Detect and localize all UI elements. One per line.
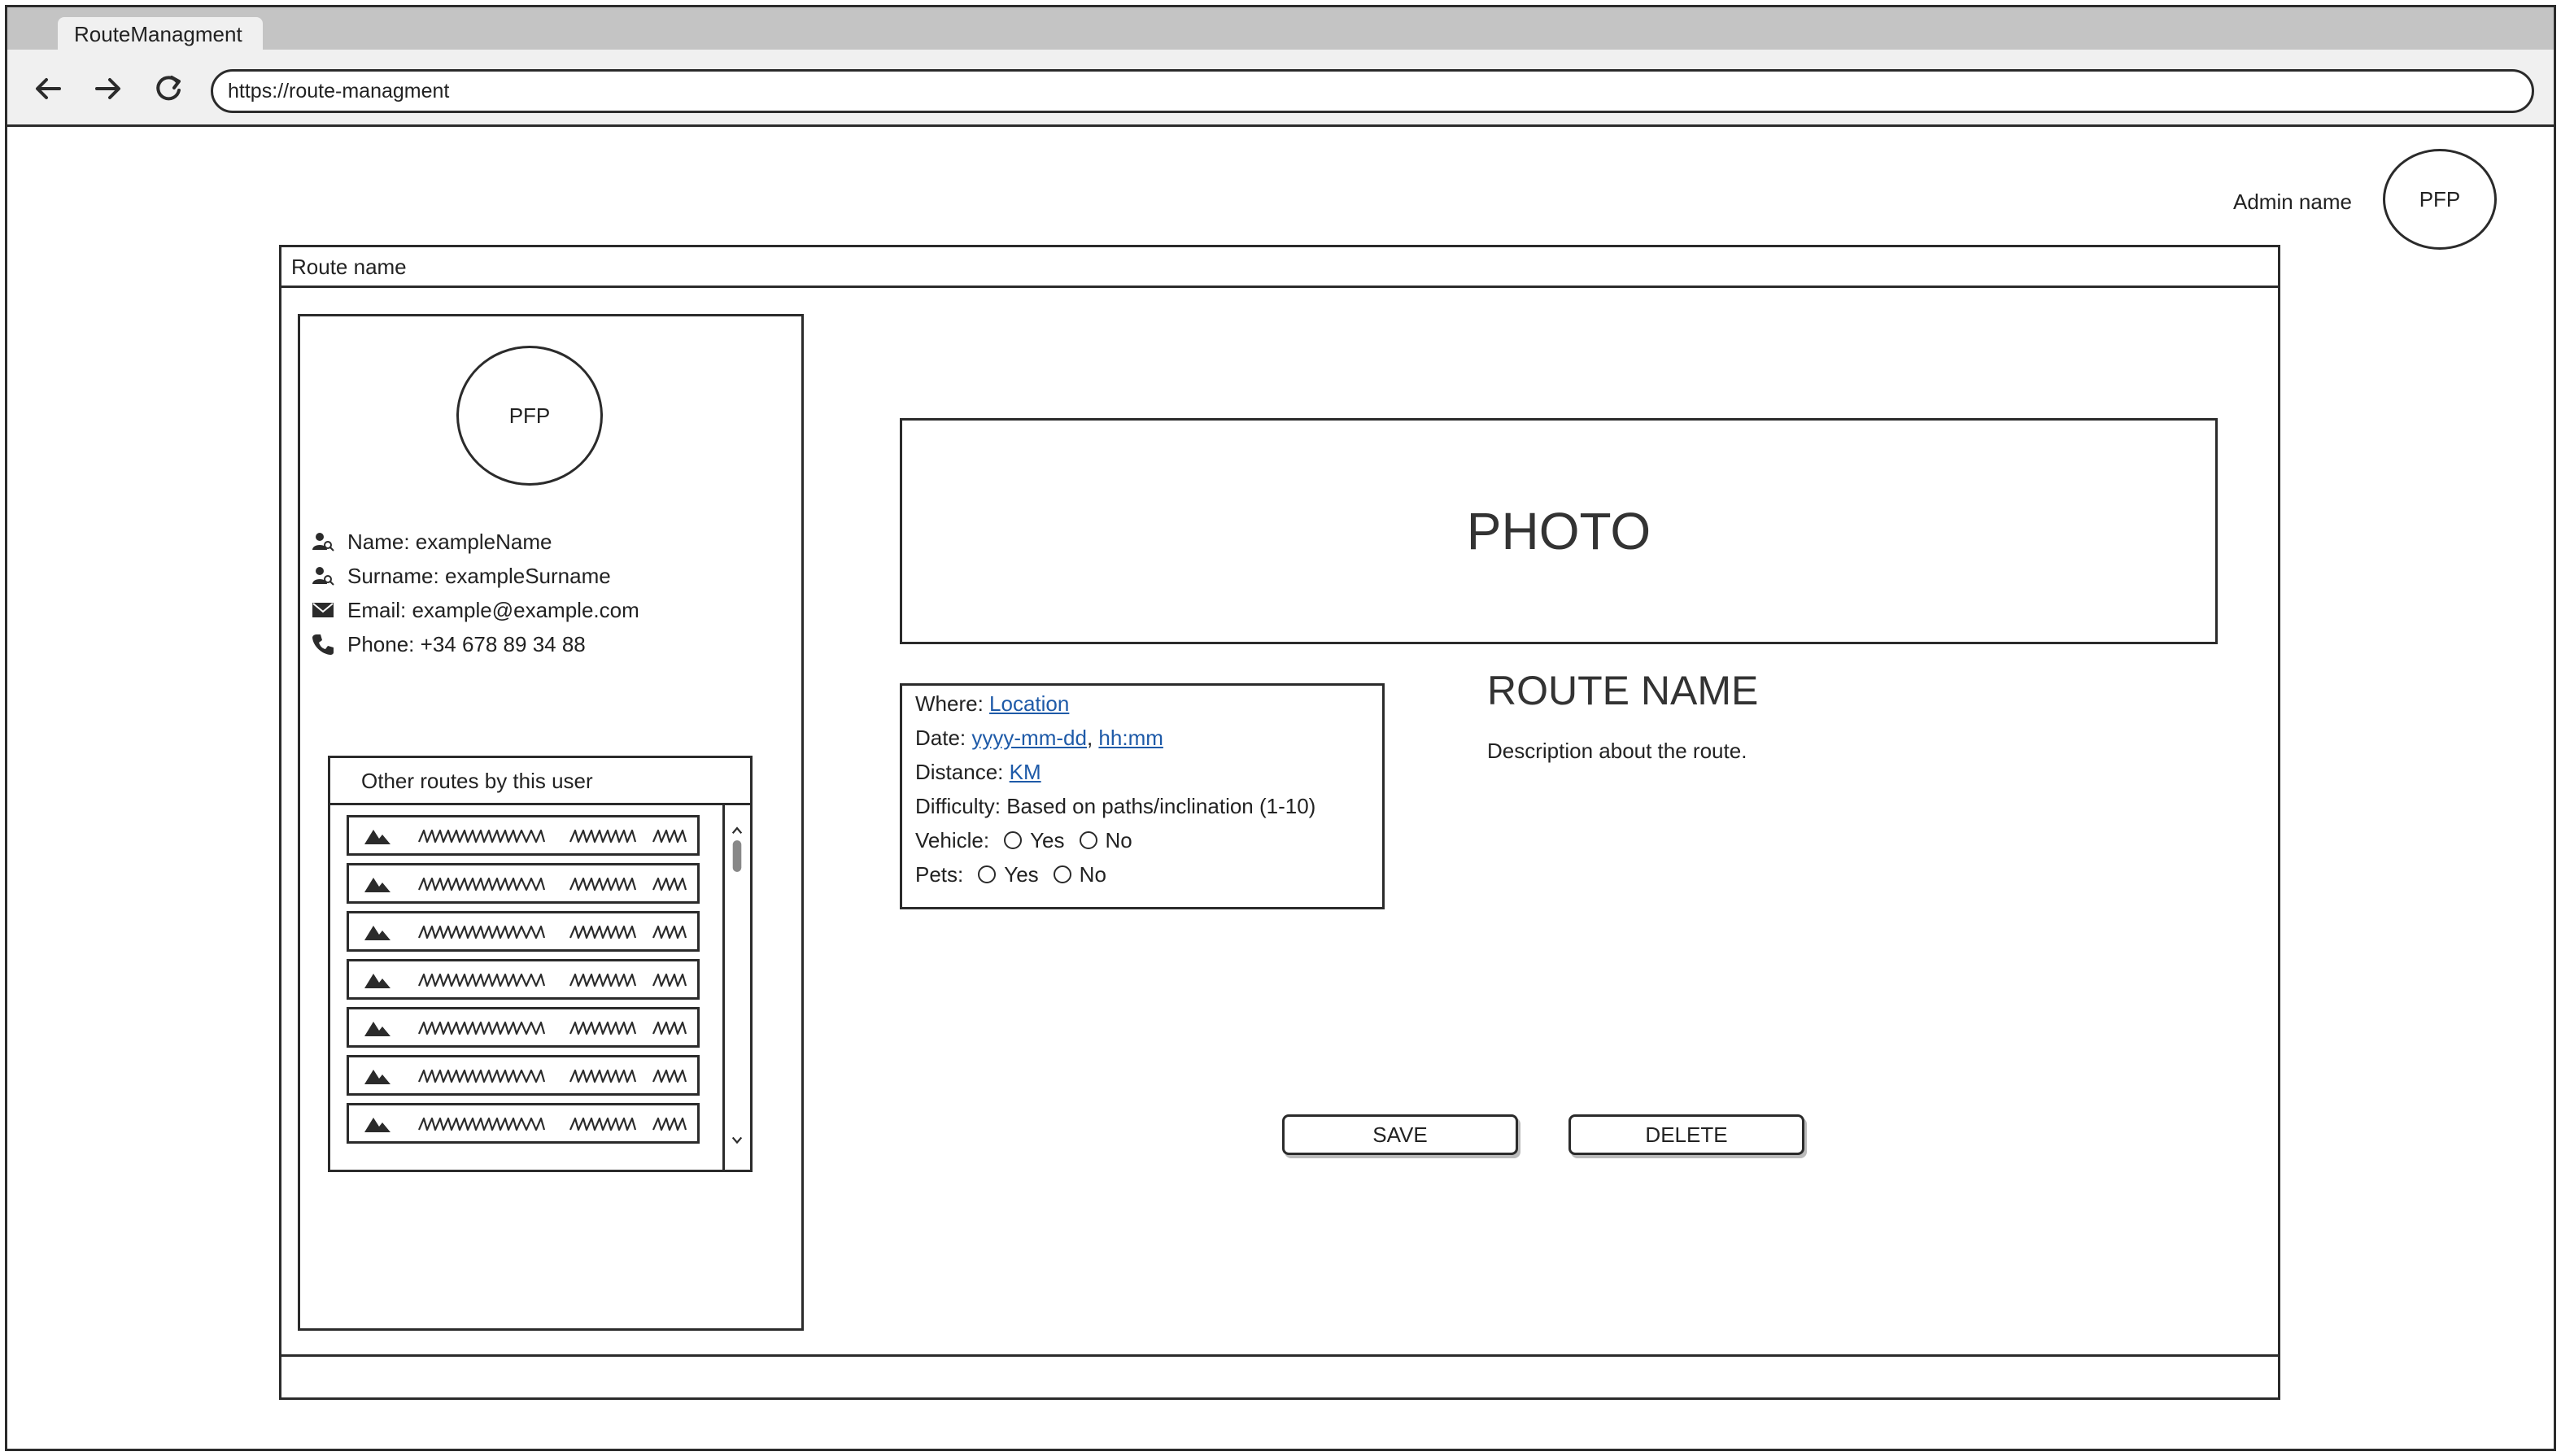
placeholder-text [417,925,687,939]
mountain-icon [364,830,390,844]
vehicle-no-radio[interactable] [1079,831,1097,849]
pets-row: Pets: Yes No [915,860,1106,889]
user-surname: Surname: exampleSurname [347,563,611,588]
placeholder-text [417,877,687,891]
distance-row: Distance: KM [915,757,1041,787]
delete-button[interactable]: DELETE [1568,1114,1804,1155]
other-routes-title: Other routes by this user [330,758,750,805]
placeholder-text [417,973,687,987]
mountain-icon [364,1118,390,1132]
list-item[interactable] [347,911,700,952]
browser-toolbar: https://route-managment [7,50,2554,127]
route-photo: PHOTO [900,418,2218,644]
list-scrollbar[interactable] [722,805,750,1170]
mountain-icon [364,1070,390,1084]
placeholder-text [417,1021,687,1035]
date-link[interactable]: yyyy-mm-dd [971,726,1087,751]
route-panel: Route name PFP Name: exampleName Surname… [279,245,2280,1400]
mountain-icon [364,878,390,892]
pets-yes-label: Yes [1004,861,1039,887]
vehicle-no-label: No [1105,827,1132,852]
distance-link[interactable]: KM [1010,760,1041,785]
admin-name: Admin name [2233,190,2352,214]
mountain-icon [364,974,390,988]
date-label: Date: [915,725,966,750]
pets-yes-radio[interactable] [978,865,997,883]
user-name: Name: exampleName [347,529,552,554]
date-row: Date: yyyy-mm-dd, hh:mm [915,723,1163,752]
list-item[interactable] [347,863,700,904]
other-routes-list: Other routes by this user [328,756,753,1172]
forward-arrow-icon[interactable] [92,72,124,105]
save-button[interactable]: SAVE [1282,1114,1518,1155]
user-search-icon [312,567,334,586]
pets-no-label: No [1079,861,1106,887]
user-avatar: PFP [456,346,603,486]
user-email: Email: example@example.com [347,597,639,622]
panel-title: Route name [281,247,2278,288]
browser-tab[interactable]: RouteManagment [58,17,263,50]
user-name-row: Name: exampleName [312,526,552,557]
placeholder-text [417,1069,687,1083]
user-search-icon [312,533,334,551]
location-link[interactable]: Location [989,691,1069,717]
time-link[interactable]: hh:mm [1098,726,1163,751]
distance-label: Distance: [915,759,1004,784]
placeholder-text [417,829,687,844]
difficulty-row: Difficulty: Based on paths/inclination (… [915,793,1316,818]
where-label: Where: [915,691,984,716]
list-item[interactable] [347,1007,700,1048]
where-row: Where: Location [915,689,1069,718]
scrollbar-track [731,826,743,1144]
pets-no-radio[interactable] [1053,865,1071,883]
pets-label: Pets: [915,861,964,887]
user-phone: Phone: +34 678 89 34 88 [347,631,586,656]
reload-icon[interactable] [152,72,185,105]
mountain-icon [364,926,390,940]
vehicle-yes-radio[interactable] [1004,831,1023,849]
user-card: PFP Name: exampleName Surname: exampleSu… [298,314,804,1331]
envelope-icon [312,603,334,617]
date-separator: , [1086,725,1093,750]
user-phone-row: Phone: +34 678 89 34 88 [312,629,586,660]
list-item[interactable] [347,815,700,856]
vehicle-row: Vehicle: Yes No [915,826,1132,855]
list-item[interactable] [347,959,700,1000]
url-bar[interactable]: https://route-managment [211,69,2534,113]
route-description: Description about the route. [1487,739,1747,763]
route-name-heading: ROUTE NAME [1487,668,1759,713]
panel-footer [281,1354,2278,1397]
vehicle-label: Vehicle: [915,827,990,852]
user-email-row: Email: example@example.com [312,595,639,626]
list-item[interactable] [347,1055,700,1096]
user-surname-row: Surname: exampleSurname [312,560,611,591]
scroll-thumb [732,840,742,872]
mountain-icon [364,1022,390,1036]
placeholder-text [417,1117,687,1131]
list-item[interactable] [347,1103,700,1144]
vehicle-yes-label: Yes [1030,827,1065,852]
tab-bar: RouteManagment [7,7,2554,51]
phone-icon [312,634,334,655]
route-details: Where: Location Date: yyyy-mm-dd, hh:mm … [900,683,1385,909]
back-arrow-icon[interactable] [32,72,64,105]
admin-avatar[interactable]: PFP [2383,149,2497,250]
browser-window: RouteManagment https://route-managment A… [5,5,2556,1451]
